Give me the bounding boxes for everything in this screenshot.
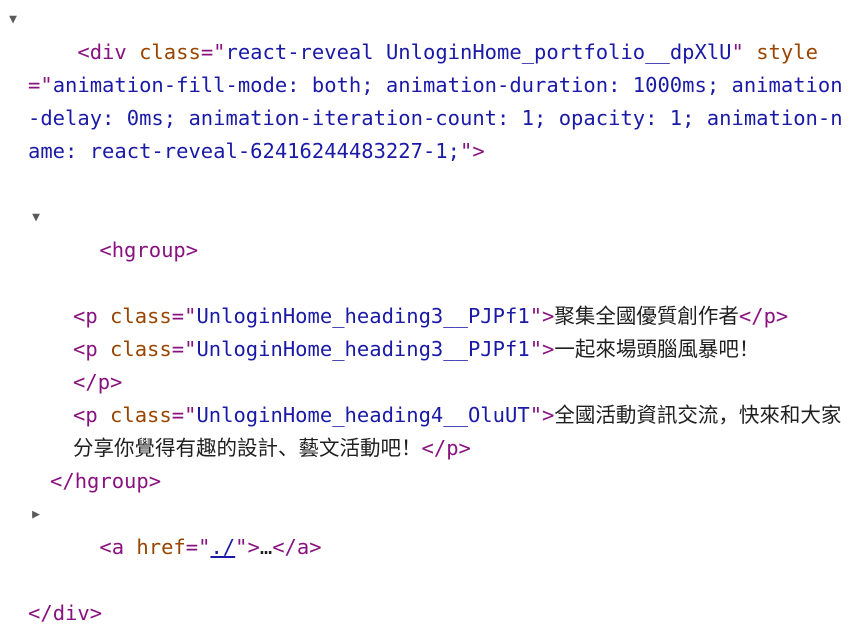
tree-node-p-heading3-2[interactable]: <p class="UnloginHome_heading3__PJPf1">一… [0, 333, 853, 366]
attr-name-class[interactable]: class [110, 337, 172, 361]
attr-value-class[interactable]: UnloginHome_heading3__PJPf1 [196, 304, 529, 328]
tag-close-p: </p> [73, 370, 123, 394]
elements-tree: ▼ <div class="react-reveal UnloginHome_po… [0, 0, 853, 630]
attr-name-class[interactable]: class [110, 304, 172, 328]
tag-open-p: <p [73, 304, 98, 328]
tag-close-div: </div> [28, 601, 103, 625]
tag-close-p: </p> [421, 436, 471, 460]
tag-open-hgroup: <hgroup> [99, 238, 199, 262]
attr-name-style[interactable]: style [756, 40, 818, 64]
attr-value-class[interactable]: UnloginHome_heading3__PJPf1 [196, 337, 529, 361]
expand-toggle-div[interactable]: ▼ [5, 3, 21, 36]
tree-node-hgroup-close: </hgroup> [0, 465, 853, 498]
collapsed-ellipsis[interactable]: … [260, 535, 272, 559]
tree-node-a[interactable]: ▶ <a href="./">…</a> [0, 498, 853, 597]
expand-toggle-a[interactable]: ▶ [28, 498, 44, 531]
expand-toggle-hgroup[interactable]: ▼ [28, 201, 44, 234]
tag-close-a: </a> [272, 535, 322, 559]
tag-open-p: <p [73, 337, 98, 361]
text-node[interactable]: 聚集全國優質創作者 [554, 304, 739, 328]
tree-node-p-heading3-2-close: </p> [0, 366, 853, 399]
tag-close-hgroup: </hgroup> [50, 469, 162, 493]
attr-name-class[interactable]: class [139, 40, 201, 64]
tree-node-hgroup[interactable]: ▼ <hgroup> [0, 201, 853, 300]
tree-node-div-close: </div> [0, 597, 853, 630]
attr-name-href[interactable]: href [136, 535, 185, 559]
tag-open-div: <div [77, 40, 127, 64]
attr-name-class[interactable]: class [110, 403, 172, 427]
attr-value-style[interactable]: animation-fill-mode: both; animation-dur… [28, 73, 843, 163]
tag-close-p: </p> [738, 304, 789, 328]
tag-open-p: <p [73, 403, 98, 427]
tree-node-div[interactable]: ▼ <div class="react-reveal UnloginHome_po… [0, 3, 853, 201]
attr-value-href-link[interactable]: ./ [210, 535, 235, 559]
text-node[interactable]: 一起來場頭腦風暴吧！ [554, 337, 759, 361]
tree-node-p-heading4[interactable]: <p class="UnloginHome_heading4__OluUT">全… [0, 399, 853, 465]
tree-node-p-heading3-1[interactable]: <p class="UnloginHome_heading3__PJPf1">聚… [0, 300, 853, 333]
attr-value-class[interactable]: react-reveal UnloginHome_portfolio__dpXl… [226, 40, 732, 64]
tag-open-a: <a [99, 535, 125, 559]
attr-value-class[interactable]: UnloginHome_heading4__OluUT [196, 403, 529, 427]
